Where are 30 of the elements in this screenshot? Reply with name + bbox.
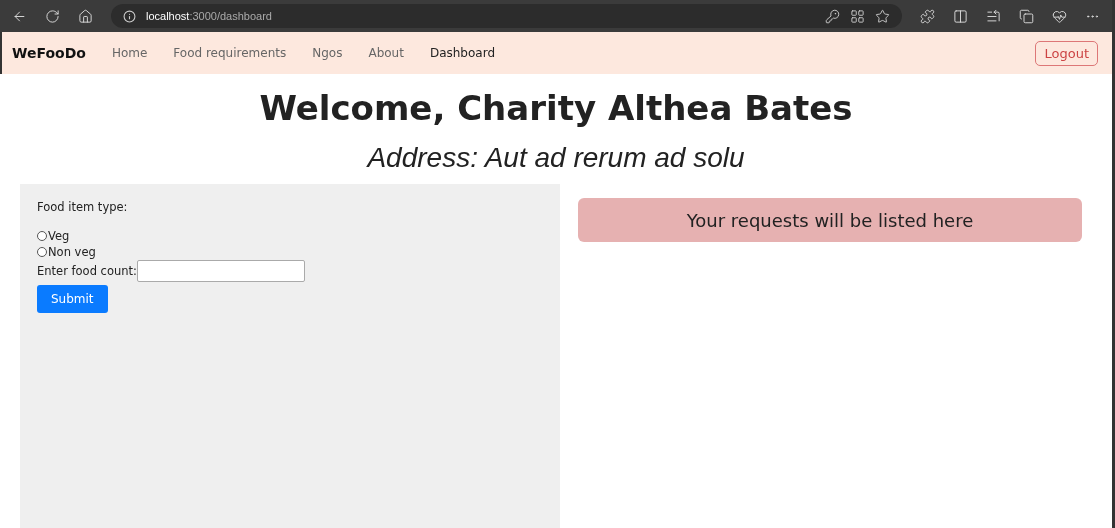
extensions-icon[interactable]	[920, 8, 935, 24]
url-text: localhost:3000/dashboard	[146, 10, 272, 22]
home-icon[interactable]	[78, 8, 93, 24]
requests-banner: Your requests will be listed here	[578, 198, 1082, 242]
address-text: Address: Aut ad rerum ad solu	[365, 142, 746, 174]
heart-icon[interactable]	[1052, 8, 1067, 24]
logout-button[interactable]: Logout	[1035, 40, 1098, 66]
nav-link[interactable]: Food requirements	[173, 46, 287, 60]
split-screen-icon[interactable]	[953, 8, 968, 24]
field-label: Enter food count:	[37, 264, 137, 278]
nav-link[interactable]: About	[368, 46, 404, 60]
info-icon[interactable]	[123, 9, 136, 23]
address-bar[interactable]: localhost:3000/dashboard	[111, 4, 902, 28]
star-icon[interactable]	[875, 8, 890, 24]
radio-button[interactable]	[37, 231, 47, 241]
submit-button[interactable]: Submit	[37, 285, 108, 313]
brand-logo[interactable]: WeFooDo	[12, 45, 86, 61]
nav-link[interactable]: Dashboard	[429, 46, 496, 60]
welcome-heading: Welcome, Charity Althea Bates	[258, 88, 854, 128]
nav-link[interactable]: Home	[111, 46, 148, 60]
radio-button[interactable]	[37, 247, 47, 257]
radio-label: Non veg	[48, 244, 96, 260]
nav-link[interactable]: Ngos	[312, 46, 343, 60]
back-icon[interactable]	[12, 8, 27, 24]
refresh-icon[interactable]	[45, 8, 60, 24]
key-icon[interactable]	[825, 8, 840, 24]
radio-label: Veg	[48, 228, 70, 244]
count-input[interactable]	[136, 260, 305, 282]
field-label: Food item type:	[37, 200, 128, 214]
grid-icon[interactable]	[850, 8, 865, 24]
